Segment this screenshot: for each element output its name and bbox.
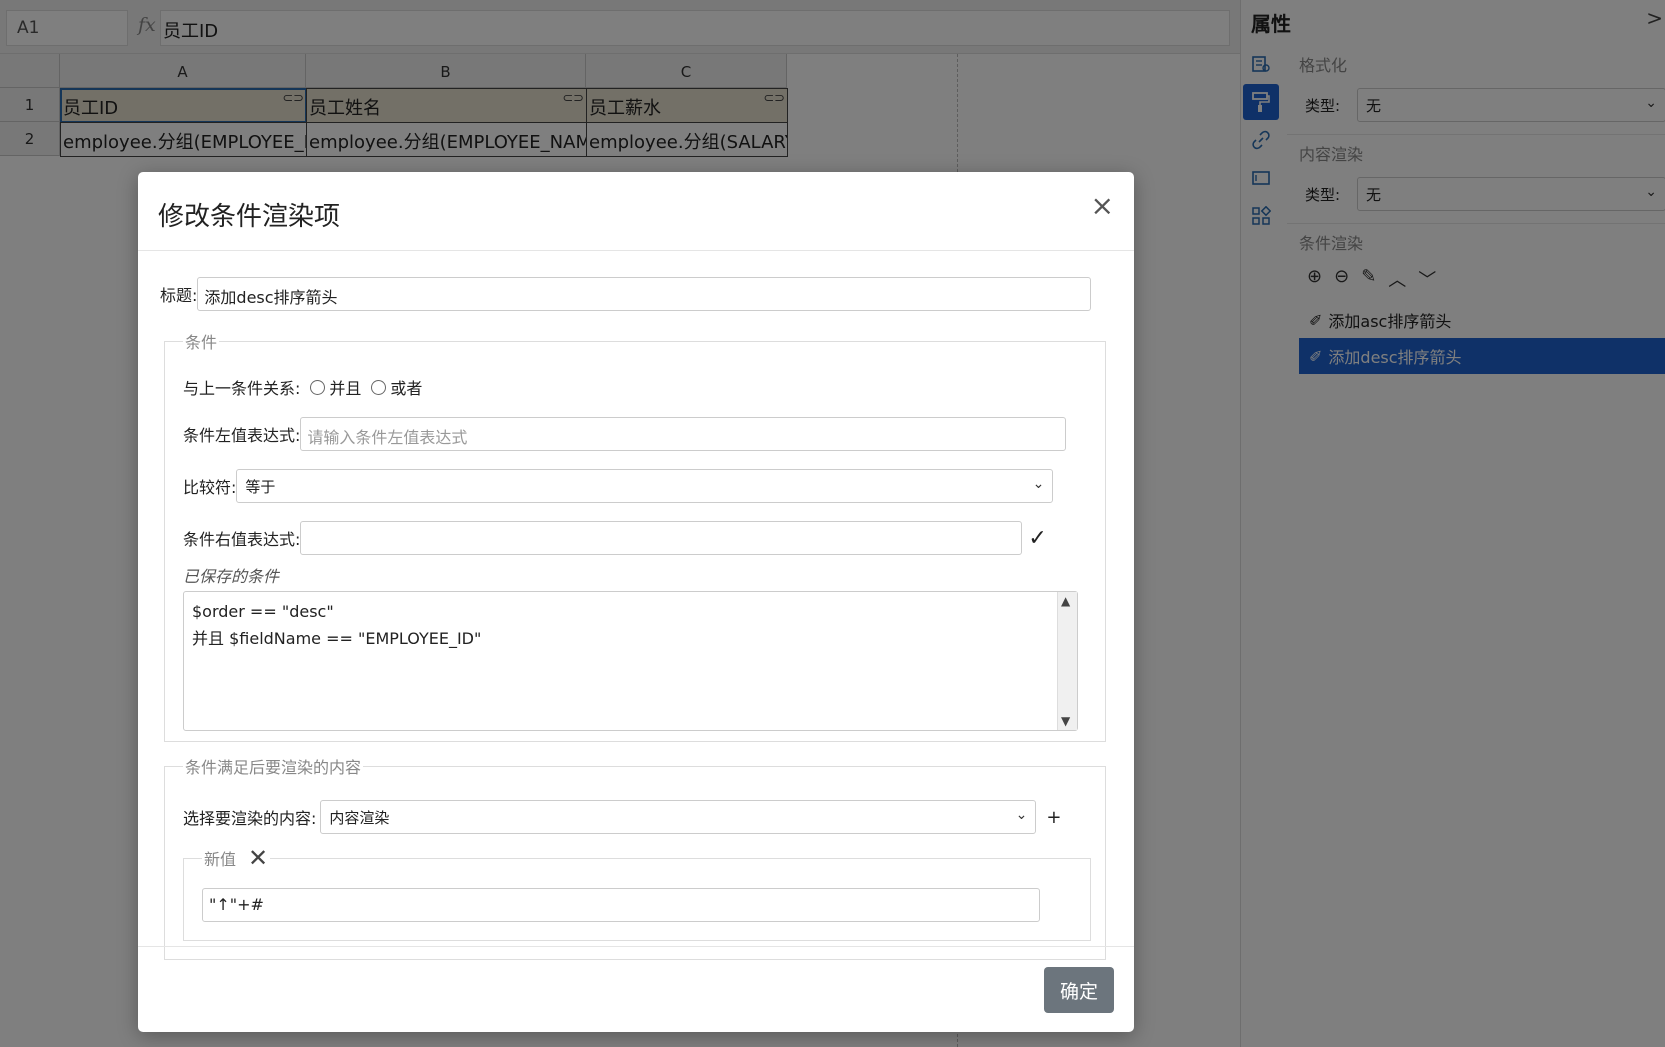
scroll-down-icon[interactable]: ▼	[1061, 714, 1070, 728]
left-expr-label: 条件左值表达式:	[183, 426, 301, 445]
checkmark-icon[interactable]: ✓	[1028, 526, 1046, 551]
condition-fieldset: 条件 与上一条件关系: 并且 或者 条件左值表达式: 请输入条件左值表达式 比较…	[164, 329, 1106, 742]
relation-or-label: 或者	[390, 379, 423, 398]
new-value-fieldset: 新值 ✕ "↑"+#	[183, 844, 1091, 941]
saved-condition-line: $order == "desc"	[192, 602, 334, 621]
left-expr-input[interactable]: 请输入条件左值表达式	[300, 417, 1067, 451]
new-value-input[interactable]: "↑"+#	[202, 888, 1040, 922]
render-legend: 条件满足后要渲染的内容	[185, 758, 362, 777]
saved-conditions-textarea[interactable]: $order == "desc" 并且 $fieldName == "EMPLO…	[183, 591, 1078, 731]
operator-label: 比较符:	[183, 478, 237, 497]
condition-legend: 条件	[185, 333, 218, 352]
dialog-footer: 确定	[138, 946, 1134, 1032]
confirm-button[interactable]: 确定	[1044, 967, 1114, 1013]
edit-cond-render-dialog: 修改条件渲染项 × 标题: 添加desc排序箭头 条件 与上一条件关系: 并且 …	[138, 172, 1134, 1032]
operator-select[interactable]: 等于 ⌄	[236, 469, 1054, 503]
dialog-body: 标题: 添加desc排序箭头 条件 与上一条件关系: 并且 或者 条件左值表达式…	[138, 251, 1134, 960]
chevron-down-icon: ⌄	[1032, 476, 1045, 492]
render-content-select[interactable]: 内容渲染 ⌄	[320, 800, 1037, 834]
saved-conditions-label: 已保存的条件	[183, 567, 280, 586]
scroll-up-icon[interactable]: ▲	[1061, 594, 1070, 608]
render-fieldset: 条件满足后要渲染的内容 选择要渲染的内容: 内容渲染 ⌄ + 新值 ✕ "↑"+…	[164, 754, 1106, 960]
relation-and-label: 并且	[329, 379, 362, 398]
relation-or-radio[interactable]: 或者	[371, 375, 422, 399]
title-label: 标题:	[160, 286, 198, 305]
chevron-down-icon: ⌄	[1015, 807, 1028, 823]
textarea-scrollbar[interactable]: ▲ ▼	[1057, 592, 1077, 730]
right-expr-input[interactable]	[300, 521, 1023, 555]
right-expr-label: 条件右值表达式:	[183, 530, 301, 549]
radio-circle-icon	[310, 379, 326, 395]
radio-circle-icon	[371, 379, 387, 395]
operator-value: 等于	[245, 478, 276, 496]
dialog-header: 修改条件渲染项 ×	[138, 172, 1134, 251]
relation-and-radio[interactable]: 并且	[310, 375, 361, 399]
relation-label: 与上一条件关系:	[183, 379, 301, 398]
close-icon[interactable]: ✕	[248, 844, 268, 872]
add-render-button[interactable]: +	[1046, 807, 1061, 828]
title-input[interactable]: 添加desc排序箭头	[197, 277, 1092, 311]
saved-condition-line: 并且 $fieldName == "EMPLOYEE_ID"	[192, 629, 482, 648]
close-icon[interactable]: ×	[1091, 192, 1114, 220]
render-content-value: 内容渲染	[329, 809, 390, 827]
dialog-title: 修改条件渲染项	[158, 202, 341, 232]
new-value-legend: 新值	[204, 850, 237, 869]
render-select-label: 选择要渲染的内容:	[183, 809, 317, 828]
